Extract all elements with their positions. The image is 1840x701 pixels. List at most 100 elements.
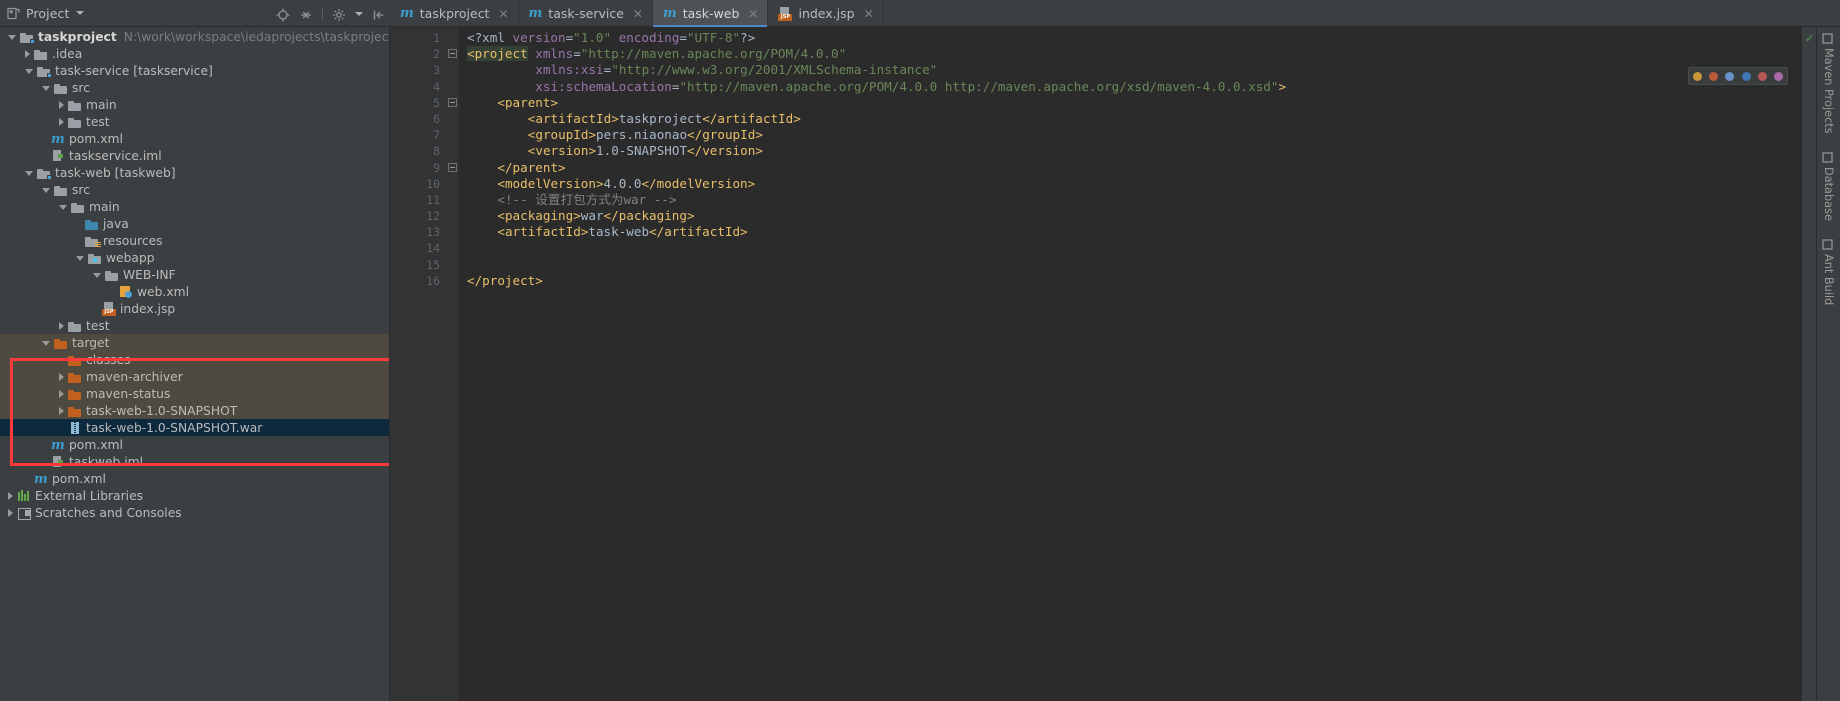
chevron-right-icon[interactable] (59, 100, 64, 109)
code-line[interactable] (459, 240, 1802, 256)
code-fold-marker[interactable] (448, 162, 457, 172)
code-line[interactable] (459, 257, 1802, 273)
code-line[interactable]: </parent> (459, 160, 1802, 176)
tree-row[interactable]: m pom.xml (0, 470, 389, 487)
tree-row[interactable]: webapp (0, 249, 389, 266)
tree-row[interactable]: taskweb.iml (0, 453, 389, 470)
gutter-line-number[interactable]: 13 (390, 224, 446, 240)
right-tool-window-bar[interactable]: Maven Projects Database Ant Build (1816, 27, 1840, 701)
code-line[interactable]: <parent> (459, 95, 1802, 111)
code-line[interactable]: </project> (459, 273, 1802, 289)
inspection-dot-icon[interactable] (1708, 71, 1718, 81)
tool-window-tab-ant-build[interactable]: Ant Build (1821, 238, 1835, 305)
tree-row[interactable]: java (0, 215, 389, 232)
chevron-down-icon[interactable] (42, 188, 50, 193)
chevron-right-icon[interactable] (59, 406, 64, 415)
tree-row[interactable]: task-web-1.0-SNAPSHOT (0, 402, 389, 419)
tree-row[interactable]: task-web-1.0-SNAPSHOT.war (0, 419, 389, 436)
tree-row[interactable]: taskproject N:\work\workspace\iedaproject… (0, 28, 389, 45)
close-icon[interactable]: ✕ (864, 7, 874, 21)
code-fold-marker[interactable] (448, 49, 457, 59)
target-scroll-icon[interactable] (276, 7, 290, 21)
code-line[interactable]: <!-- 设置打包方式为war --> (459, 192, 1802, 208)
tree-row[interactable]: test (0, 113, 389, 130)
code-line[interactable]: <groupId>pers.niaonao</groupId> (459, 127, 1802, 143)
code-line[interactable]: xmlns:xsi="http://www.w3.org/2001/XMLSch… (459, 62, 1802, 78)
tree-row[interactable]: target (0, 334, 389, 351)
tree-row[interactable]: m pom.xml (0, 130, 389, 147)
gutter-line-number[interactable]: 15 (390, 257, 446, 273)
chevron-down-icon[interactable] (25, 69, 33, 74)
chevron-right-icon[interactable] (59, 372, 64, 381)
gutter-line-number[interactable]: 1 (390, 30, 446, 46)
editor-tab-task-service[interactable]: m task-service ✕ (519, 0, 653, 27)
gutter-line-number[interactable]: 9 (390, 160, 446, 176)
chevron-down-icon[interactable] (8, 35, 16, 40)
code-editor[interactable]: 1 2 3 4 5 6 7 8 9 10 11 12 13 14 15 16 <?xml version="1… (390, 27, 1816, 701)
chevron-right-icon[interactable] (59, 389, 64, 398)
gutter-line-number[interactable]: 16 (390, 273, 446, 289)
code-line[interactable]: <packaging>war</packaging> (459, 208, 1802, 224)
gutter-line-number[interactable]: 10 (390, 176, 446, 192)
gutter-line-number[interactable]: 3 (390, 62, 446, 78)
editor-tab-index-jsp[interactable]: index.jsp ✕ (768, 0, 884, 27)
tree-row[interactable]: resources (0, 232, 389, 249)
chevron-down-icon[interactable] (42, 341, 50, 346)
tree-row[interactable]: m pom.xml (0, 436, 389, 453)
gutter-line-number[interactable]: 14 (390, 240, 446, 256)
tool-window-tab-database[interactable]: Database (1821, 151, 1835, 221)
close-icon[interactable]: ✕ (498, 7, 508, 21)
chevron-right-icon[interactable] (25, 49, 30, 58)
inspection-dot-icon[interactable] (1757, 71, 1767, 81)
editor-tab-taskproject[interactable]: m taskproject ✕ (390, 0, 519, 27)
settings-gear-icon[interactable] (332, 7, 346, 21)
project-tree[interactable]: taskproject N:\work\workspace\iedaproject… (0, 27, 389, 521)
inspection-ok-icon[interactable]: ✓ (1805, 32, 1814, 45)
code-line[interactable]: xsi:schemaLocation="http://maven.apache.… (459, 79, 1802, 95)
chevron-right-icon[interactable] (59, 117, 64, 126)
tree-row[interactable]: Scratches and Consoles (0, 504, 389, 521)
inspection-dot-icon[interactable] (1692, 71, 1702, 81)
tree-row[interactable]: maven-status (0, 385, 389, 402)
close-icon[interactable]: ✕ (748, 7, 758, 21)
inspection-dot-icon[interactable] (1741, 71, 1751, 81)
chevron-down-icon[interactable] (25, 171, 33, 176)
editor-code-area[interactable]: <?xml version="1.0" encoding="UTF-8"?> <p… (459, 27, 1802, 701)
gutter-line-number[interactable]: 2 (390, 46, 446, 62)
tree-row[interactable]: taskservice.iml (0, 147, 389, 164)
chevron-down-icon[interactable] (59, 205, 67, 210)
chevron-right-icon[interactable] (8, 491, 13, 500)
chevron-right-icon[interactable] (8, 508, 13, 517)
tree-row[interactable]: main (0, 96, 389, 113)
settings-chevron-down-icon[interactable] (355, 11, 363, 16)
chevron-down-icon[interactable] (76, 256, 84, 261)
code-fold-marker[interactable] (448, 97, 457, 107)
tree-row[interactable]: web.xml (0, 283, 389, 300)
editor-gutter[interactable]: 1 2 3 4 5 6 7 8 9 10 11 12 13 14 15 16 (390, 27, 446, 701)
tool-window-tab-maven-projects[interactable]: Maven Projects (1821, 33, 1835, 134)
code-line[interactable]: <?xml version="1.0" encoding="UTF-8"?> (459, 30, 1802, 46)
chevron-right-icon[interactable] (59, 321, 64, 330)
hide-panel-icon[interactable] (372, 7, 386, 21)
code-line[interactable]: <artifactId>task-web</artifactId> (459, 224, 1802, 240)
tree-row[interactable]: test (0, 317, 389, 334)
chevron-down-icon[interactable] (93, 273, 101, 278)
tree-row[interactable]: WEB-INF (0, 266, 389, 283)
gutter-line-number[interactable]: 5 (390, 95, 446, 111)
gutter-line-number[interactable]: 7 (390, 127, 446, 143)
chevron-down-icon[interactable] (42, 86, 50, 91)
editor-tab-task-web[interactable]: m task-web ✕ (652, 0, 769, 27)
gutter-line-number[interactable]: 12 (390, 208, 446, 224)
tree-row[interactable]: External Libraries (0, 487, 389, 504)
code-line[interactable]: <modelVersion>4.0.0</modelVersion> (459, 176, 1802, 192)
tree-row[interactable]: index.jsp (0, 300, 389, 317)
tree-row[interactable]: task-service [taskservice] (0, 62, 389, 79)
tree-row[interactable]: classes (0, 351, 389, 368)
editor-fold-column[interactable] (446, 27, 459, 701)
tree-row[interactable]: src (0, 79, 389, 96)
collapse-all-icon[interactable] (299, 7, 313, 21)
inspection-widget[interactable] (1688, 67, 1788, 85)
code-line[interactable]: <project xmlns="http://maven.apache.org/… (459, 46, 1802, 62)
editor-right-gutter[interactable]: ✓ (1802, 27, 1816, 701)
gutter-line-number[interactable]: 8 (390, 143, 446, 159)
